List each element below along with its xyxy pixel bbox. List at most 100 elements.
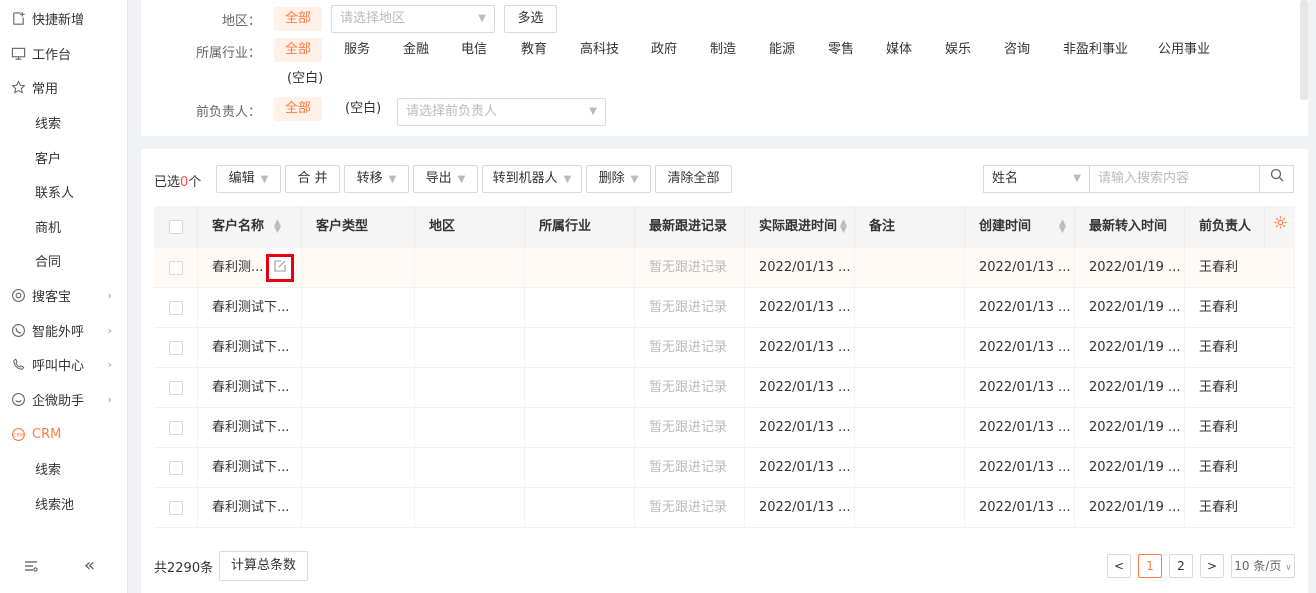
industry-chip[interactable]: 高科技 <box>569 38 630 62</box>
industry-chip[interactable]: 咨询 <box>993 38 1041 62</box>
collapse-icon[interactable]: « <box>84 555 95 576</box>
row-checkbox[interactable] <box>169 461 183 475</box>
page-size-select[interactable]: 10 条/页 ∨ <box>1231 554 1295 578</box>
row-checkbox[interactable] <box>169 421 183 435</box>
page-button[interactable]: 2 <box>1169 554 1193 578</box>
crm-icon: CRM <box>10 426 26 442</box>
row-checkbox[interactable] <box>169 261 183 275</box>
search-treasure-icon <box>10 287 26 303</box>
owner-select[interactable]: 请选择前负责人 ▼ <box>397 98 606 126</box>
column-header[interactable]: 实际跟进时间 ▲ ▼ <box>745 206 855 248</box>
transfer-button[interactable]: 转移 ▼ <box>344 165 409 193</box>
sidebar-item-sokebao[interactable]: 搜客宝 › <box>0 278 128 312</box>
prev-page-button[interactable]: < <box>1107 554 1131 578</box>
cell-note <box>855 248 965 288</box>
sidebar-item-customers[interactable]: 客户 <box>0 140 128 174</box>
export-button[interactable]: 导出 ▼ <box>413 165 478 193</box>
sidebar-item-contacts[interactable]: 联系人 <box>0 174 128 208</box>
industry-chip[interactable]: 娱乐 <box>934 38 982 62</box>
industry-chip[interactable]: 制造 <box>699 38 747 62</box>
table-row[interactable]: 春利测试下... 暂无跟进记录 2022/01/13 ... 2022/01/13 .… <box>154 488 1295 528</box>
table-row[interactable]: 春利测试下... 暂无跟进记录 2022/01/13 ... 2022/01/13 .… <box>154 328 1295 368</box>
search-input[interactable]: 请输入搜索内容 <box>1089 165 1260 193</box>
sidebar-item-wecom-assistant[interactable]: 企微助手 › <box>0 382 128 416</box>
region-select[interactable]: 请选择地区 ▼ <box>331 5 495 33</box>
merge-button[interactable]: 合 并 <box>285 165 340 193</box>
region-placeholder: 请选择地区 <box>340 11 406 26</box>
cell-name[interactable]: 春利测试下... <box>198 488 302 528</box>
search-field-select[interactable]: 姓名 ▼ <box>983 165 1090 193</box>
industry-chip[interactable]: 零售 <box>817 38 865 62</box>
industry-chip[interactable]: 电信 <box>450 38 498 62</box>
sidebar-item-opportunities[interactable]: 商机 <box>0 209 128 243</box>
table-row[interactable]: 春利测试下... 暂无跟进记录 2022/01/13 ... 2022/01/13 .… <box>154 448 1295 488</box>
cell-followup: 暂无跟进记录 <box>635 448 745 488</box>
sidebar-item-crm-leads[interactable]: 线索 <box>0 451 128 485</box>
industry-chip[interactable]: 金融 <box>392 38 440 62</box>
industry-label: 所属行业： <box>195 46 261 61</box>
owner-all-chip[interactable]: 全部 <box>274 97 323 121</box>
table-row[interactable]: 春利测... 暂无跟进记录 2022/01/13 ... 2022/01/13 ...… <box>154 248 1295 288</box>
clear-all-button[interactable]: 清除全部 <box>655 165 732 193</box>
industry-chip[interactable]: 媒体 <box>875 38 923 62</box>
industry-chip[interactable]: 服务 <box>333 38 381 62</box>
cell-name[interactable]: 春利测试下... <box>198 408 302 448</box>
sort-icon[interactable]: ▲ ▼ <box>840 218 847 234</box>
sidebar-item-contracts[interactable]: 合同 <box>0 243 128 277</box>
owner-label: 前负责人： <box>195 105 261 120</box>
industry-chip[interactable]: 非盈利事业 <box>1052 38 1139 62</box>
cell-name[interactable]: 春利测试下... <box>198 288 302 328</box>
delete-button[interactable]: 删除 ▼ <box>586 165 651 193</box>
cell-region <box>415 488 525 528</box>
sidebar-item-workbench[interactable]: 工作台 <box>0 36 128 70</box>
row-checkbox[interactable] <box>169 341 183 355</box>
multi-select-button[interactable]: 多选 <box>504 5 557 33</box>
industry-chip[interactable]: 能源 <box>758 38 806 62</box>
region-all-chip[interactable]: 全部 <box>274 7 323 31</box>
column-header[interactable]: 客户名称 ▲ ▼ <box>198 206 302 248</box>
sort-icon[interactable]: ▲ ▼ <box>1059 218 1066 234</box>
cell-transferred: 2022/01/19 ... <box>1075 328 1185 368</box>
cell-actual-time: 2022/01/13 ... <box>745 368 855 408</box>
industry-chip[interactable]: 政府 <box>640 38 688 62</box>
row-checkbox[interactable] <box>169 301 183 315</box>
table-row[interactable]: 春利测试下... 暂无跟进记录 2022/01/13 ... 2022/01/13 .… <box>154 408 1295 448</box>
edit-button[interactable]: 编辑 ▼ <box>216 165 281 193</box>
cell-name[interactable]: 春利测试下... <box>198 368 302 408</box>
settings-list-icon[interactable] <box>24 559 38 577</box>
industry-chip[interactable]: 教育 <box>510 38 558 62</box>
next-page-button[interactable]: > <box>1200 554 1224 578</box>
column-header[interactable]: 创建时间 ▲ ▼ <box>965 206 1075 248</box>
select-all-checkbox[interactable] <box>169 220 183 234</box>
row-select-cell <box>154 448 198 488</box>
cell-actual-time: 2022/01/13 ... <box>745 288 855 328</box>
sidebar-item-leads[interactable]: 线索 <box>0 105 128 139</box>
owner-blank-chip[interactable]: (空白) <box>334 97 392 121</box>
to-robot-label: 转到机器人 <box>492 171 558 186</box>
chevron-down-icon: ▼ <box>1073 173 1081 184</box>
industry-chip-blank[interactable]: (空白) <box>276 67 334 91</box>
row-checkbox[interactable] <box>169 381 183 395</box>
column-settings[interactable] <box>1265 206 1295 248</box>
search-button[interactable] <box>1259 165 1294 193</box>
inline-edit-button[interactable] <box>266 254 294 282</box>
cell-name[interactable]: 春利测试下... <box>198 448 302 488</box>
industry-chip[interactable]: 公用事业 <box>1147 38 1221 62</box>
page-button[interactable]: 1 <box>1138 554 1162 578</box>
table-row[interactable]: 春利测试下... 暂无跟进记录 2022/01/13 ... 2022/01/13 .… <box>154 368 1295 408</box>
sidebar-item-crm[interactable]: CRM CRM <box>0 417 128 451</box>
sidebar-item-call-center[interactable]: 呼叫中心 › <box>0 347 128 381</box>
sidebar-item-common[interactable]: 常用 <box>0 70 128 104</box>
filter-scrollbar[interactable] <box>1300 0 1308 100</box>
sidebar-item-label: 工作台 <box>32 47 72 63</box>
sidebar-item-quick-add[interactable]: 快捷新增 <box>0 1 128 35</box>
row-checkbox[interactable] <box>169 501 183 515</box>
to-robot-button[interactable]: 转到机器人 ▼ <box>482 165 582 193</box>
calculate-total-button[interactable]: 计算总条数 <box>219 551 308 581</box>
cell-name[interactable]: 春利测试下... <box>198 328 302 368</box>
sort-icon[interactable]: ▲ ▼ <box>274 218 281 234</box>
sidebar-item-lead-pool[interactable]: 线索池 <box>0 486 128 520</box>
table-row[interactable]: 春利测试下... 暂无跟进记录 2022/01/13 ... 2022/01/13 .… <box>154 288 1295 328</box>
sidebar-item-smart-call[interactable]: 智能外呼 › <box>0 313 128 347</box>
industry-chip-all[interactable]: 全部 <box>274 38 323 62</box>
